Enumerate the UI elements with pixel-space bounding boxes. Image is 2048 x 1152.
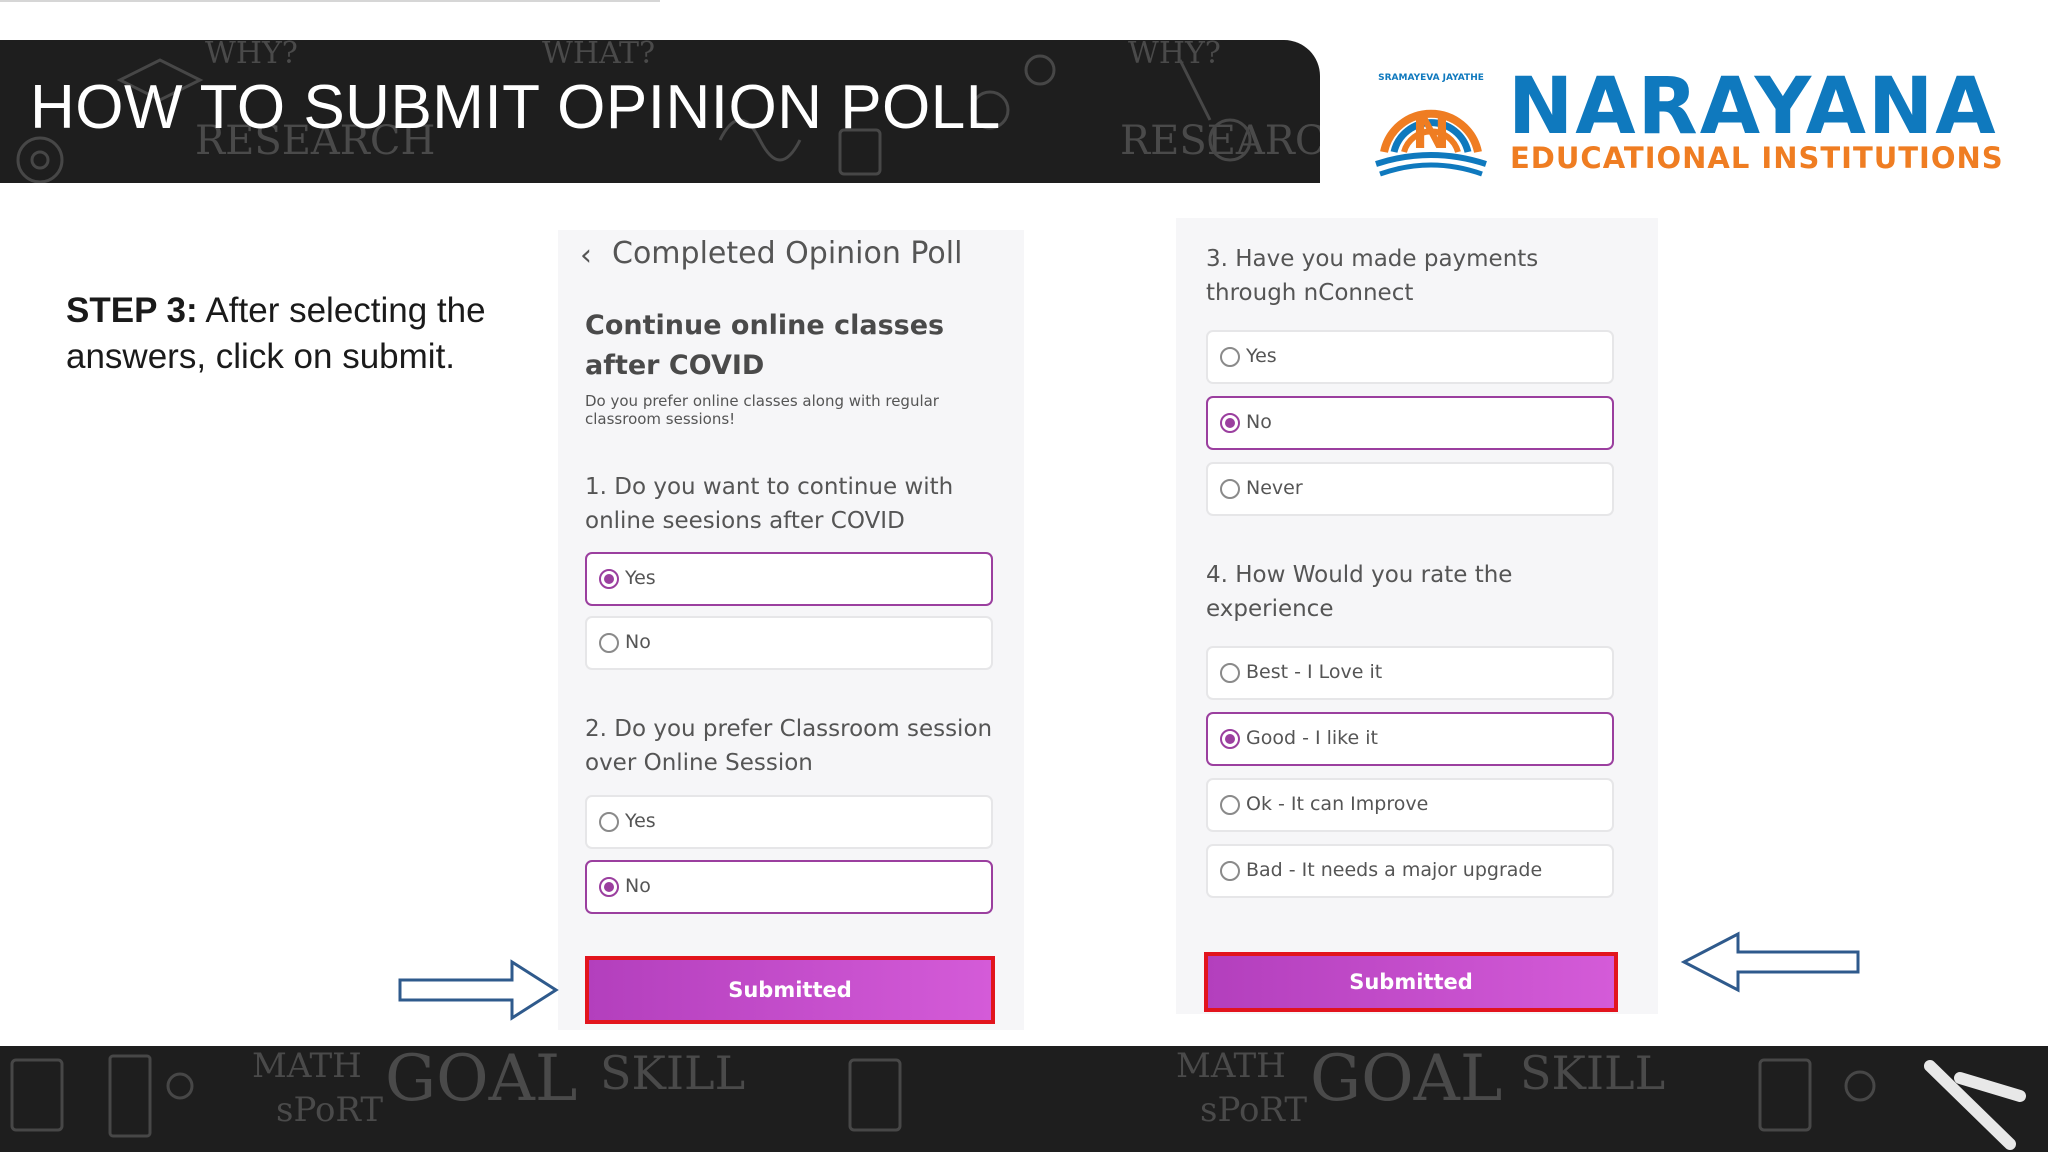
option-q4-bad[interactable]: Bad - It needs a major upgrade (1206, 844, 1614, 898)
question-2: 2. Do you prefer Classroom session over … (585, 716, 993, 776)
radio-empty-icon[interactable] (1220, 479, 1240, 499)
option-q3-never[interactable]: Never (1206, 462, 1614, 516)
option-label: Never (1246, 477, 1303, 499)
right-arrow-icon (398, 959, 559, 1021)
top-divider-line (0, 0, 660, 2)
submit-button-right[interactable]: Submitted (1204, 952, 1618, 1012)
option-q3-yes[interactable]: Yes (1206, 330, 1614, 384)
svg-text:SRAMAYEVA JAYATHE: SRAMAYEVA JAYATHE (1378, 73, 1484, 83)
right-phone-screen: 3. Have you made payments through nConne… (1176, 218, 1658, 1014)
step-label: STEP 3: (66, 291, 198, 330)
submit-button-left[interactable]: Submitted (585, 956, 995, 1024)
option-q1-yes[interactable]: Yes (585, 552, 993, 606)
option-label: Yes (625, 567, 656, 589)
option-label: Bad - It needs a major upgrade (1246, 859, 1543, 881)
option-q2-no[interactable]: No (585, 860, 993, 914)
option-label: Best - I Love it (1246, 661, 1383, 683)
footer-doodles-icon (10, 1054, 1876, 1138)
header-banner: WHY? WHAT? RESEARCH WHY? RESEARCH HOW TO… (0, 40, 1320, 183)
radio-empty-icon[interactable] (1220, 347, 1240, 367)
poll-title: Continue online classes after COVID (585, 310, 945, 381)
screen-title: Completed Opinion Poll (612, 236, 963, 271)
svg-text:N: N (1412, 105, 1451, 159)
chevron-left-icon[interactable]: ‹ (580, 238, 592, 273)
step-instruction: STEP 3: After selecting the answers, cli… (66, 288, 506, 380)
option-q4-best[interactable]: Best - I Love it (1206, 646, 1614, 700)
radio-selected-icon[interactable] (599, 569, 619, 589)
left-phone-screen: ‹ Completed Opinion Poll Continue online… (558, 230, 1024, 1030)
footer-banner: MATH sPoRT GOAL SKILL MATH sPoRT GOAL SK… (0, 1046, 2048, 1152)
radio-empty-icon[interactable] (1220, 795, 1240, 815)
narayana-logo: N SRAMAYEVA JAYATHE NARAYANA EDUCATIONAL… (1360, 62, 2003, 182)
option-label: No (1246, 411, 1272, 433)
radio-empty-icon[interactable] (1220, 861, 1240, 881)
footer-chalk-icon (1924, 1060, 2026, 1150)
logo-emblem-icon: N SRAMAYEVA JAYATHE (1375, 73, 1487, 177)
question-3: 3. Have you made payments through nConne… (1206, 246, 1539, 306)
poll-description: Do you prefer online classes along with … (585, 392, 939, 428)
option-q2-yes[interactable]: Yes (585, 795, 993, 849)
option-q1-no[interactable]: No (585, 616, 993, 670)
question-4: 4. How Would you rate the experience (1206, 562, 1513, 622)
option-q4-ok[interactable]: Ok - It can Improve (1206, 778, 1614, 832)
option-label: No (625, 875, 651, 897)
option-q3-no[interactable]: No (1206, 396, 1614, 450)
radio-empty-icon[interactable] (599, 633, 619, 653)
option-label: Good - I like it (1246, 727, 1378, 749)
radio-empty-icon[interactable] (1220, 663, 1240, 683)
option-label: Yes (1246, 345, 1277, 367)
radio-empty-icon[interactable] (599, 812, 619, 832)
radio-selected-icon[interactable] (1220, 729, 1240, 749)
option-q4-good[interactable]: Good - I like it (1206, 712, 1614, 766)
option-label: Yes (625, 810, 656, 832)
left-arrow-icon (1680, 931, 1860, 993)
logo-name: NARAYANA (1508, 62, 1998, 152)
logo-subtitle: EDUCATIONAL INSTITUTIONS (1510, 141, 2004, 175)
option-label: Ok - It can Improve (1246, 793, 1429, 815)
question-1: 1. Do you want to continue with online s… (585, 474, 954, 534)
option-label: No (625, 631, 651, 653)
page-title: HOW TO SUBMIT OPINION POLL (30, 73, 1001, 142)
radio-selected-icon[interactable] (1220, 413, 1240, 433)
radio-selected-icon[interactable] (599, 877, 619, 897)
